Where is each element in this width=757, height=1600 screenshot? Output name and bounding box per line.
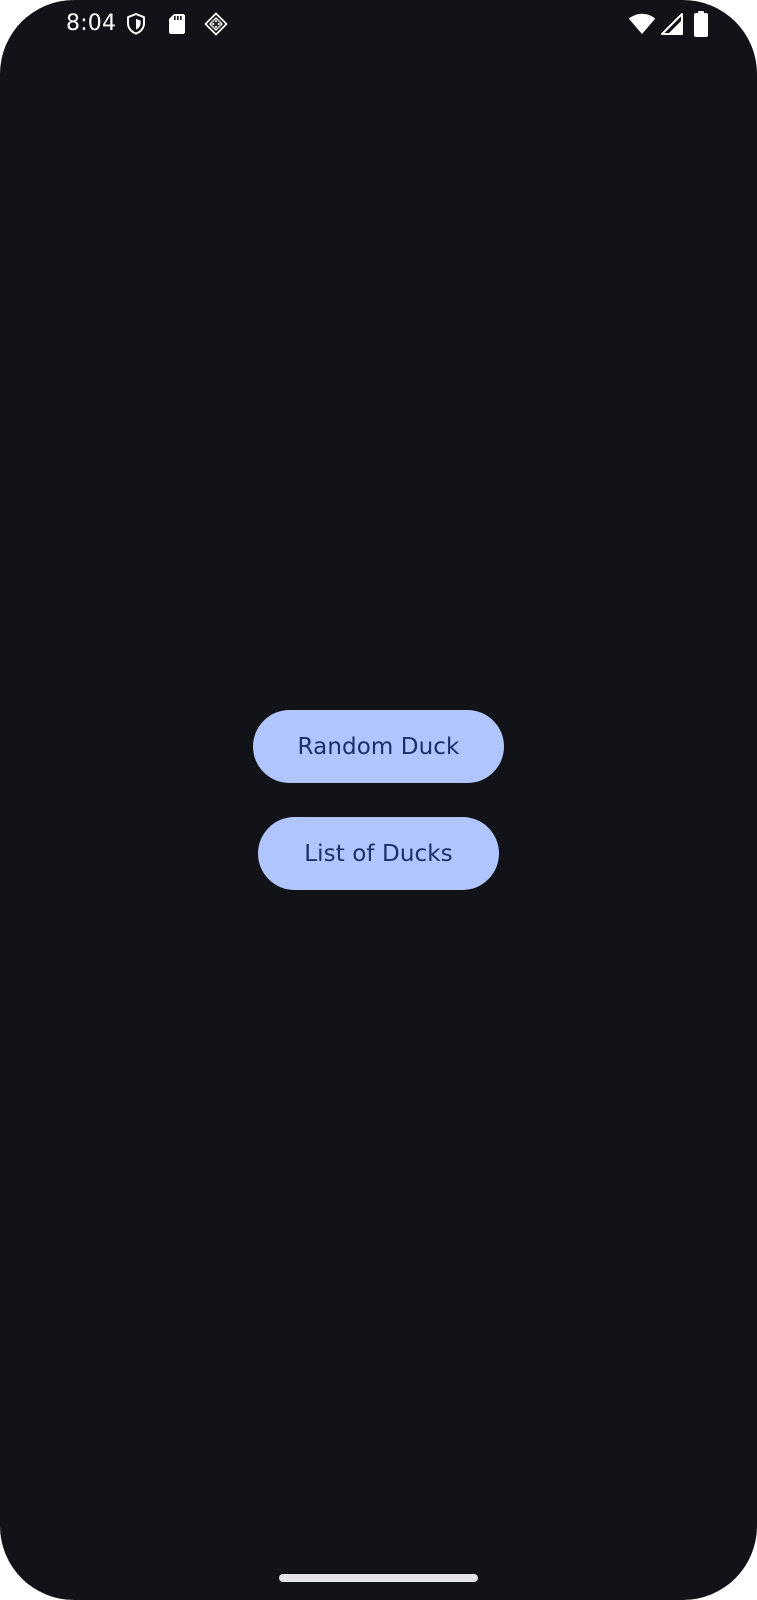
main-content: Random Duck List of Ducks — [0, 0, 757, 1600]
home-indicator[interactable] — [279, 1574, 478, 1582]
list-of-ducks-button[interactable]: List of Ducks — [258, 817, 499, 890]
phone-screen: 8:04 Random Duck List of Ducks — [0, 0, 757, 1600]
random-duck-button[interactable]: Random Duck — [253, 710, 504, 783]
